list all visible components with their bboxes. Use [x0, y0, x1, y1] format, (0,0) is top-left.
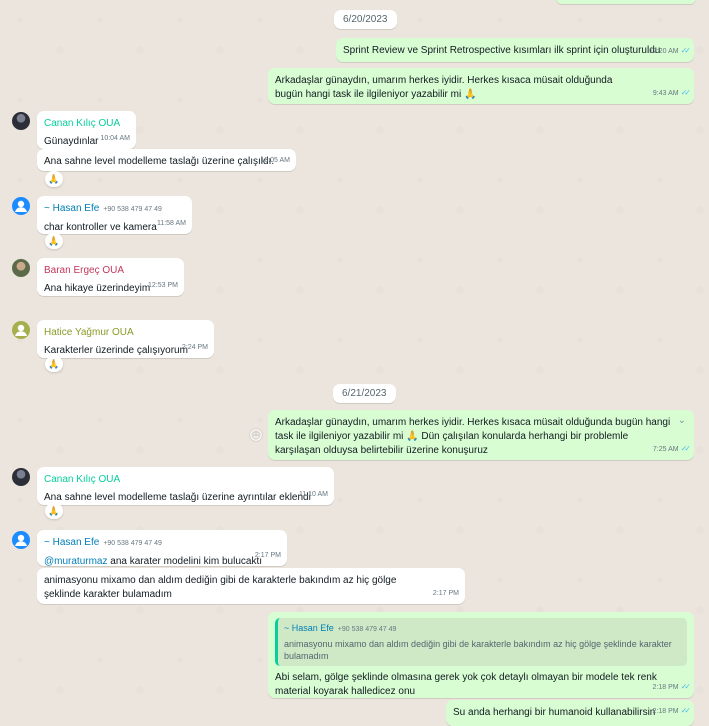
avatar[interactable]	[12, 197, 30, 215]
message-meta: 11:58 AM	[157, 217, 186, 231]
message-meta: 10:04 AM	[100, 132, 130, 146]
message-text: Su anda herhangi bir humanoid kullanabil…	[453, 707, 656, 718]
reaction-badge[interactable]: 🙏	[45, 356, 63, 372]
message-time: 2:18 PM	[652, 684, 679, 691]
default-user-icon	[15, 534, 27, 546]
read-ticks-icon: ✓✓	[680, 706, 692, 715]
default-user-icon	[15, 324, 27, 336]
read-ticks-icon: ✓✓	[680, 682, 692, 691]
message-time: 7:25 AM	[652, 446, 679, 453]
message-bubble-incoming[interactable]: Baran Ergeç OUA Ana hikaye üzerindeyim 1…	[37, 258, 184, 296]
sender-name[interactable]: Canan Kılıç OUA	[44, 117, 129, 131]
sender-name[interactable]: ~ Hasan Efe	[44, 537, 99, 548]
message-time: 12:53 PM	[148, 282, 178, 289]
sender-name[interactable]: Canan Kılıç OUA	[44, 473, 327, 487]
avatar[interactable]	[12, 112, 30, 130]
read-ticks-icon: ✓✓	[680, 46, 692, 55]
reaction-badge[interactable]: 🙏	[45, 233, 63, 249]
read-ticks-icon: ✓✓	[680, 88, 692, 97]
message-meta: 12:20 AM ✓✓	[649, 44, 692, 59]
reaction-badge[interactable]: 🙏	[45, 171, 63, 187]
sender-line: ~ Hasan Efe +90 538 479 47 49	[44, 536, 280, 551]
message-meta: 2:18 PM ✓✓	[652, 680, 692, 695]
date-label: 6/21/2023	[342, 388, 387, 399]
message-time: 9:43 AM	[652, 90, 679, 97]
praying-hands-icon: 🙏	[48, 506, 60, 516]
message-bubble-incoming[interactable]: Canan Kılıç OUA Günaydınlar 10:04 AM	[37, 111, 136, 149]
message-text: char kontroller ve kamera	[44, 222, 157, 233]
message-bubble-incoming[interactable]: ~ Hasan Efe +90 538 479 47 49 char kontro…	[37, 196, 192, 234]
message-time: 2:17 PM	[254, 552, 281, 559]
message-time: 10:05 AM	[260, 157, 290, 164]
message-text: Karakterler üzerinde çalışıyorum	[44, 345, 188, 356]
message-meta: 12:53 PM	[148, 279, 178, 293]
message-meta: 2:17 PM	[255, 549, 281, 563]
sender-name[interactable]: ~ Hasan Efe	[44, 203, 99, 214]
avatar[interactable]	[12, 259, 30, 277]
smiley-icon	[250, 429, 262, 441]
message-time: 2:17 PM	[432, 590, 459, 597]
chevron-down-icon[interactable]: ⌄	[678, 414, 686, 428]
sender-name[interactable]: Baran Ergeç OUA	[44, 264, 177, 278]
avatar[interactable]	[12, 321, 30, 339]
quoted-message[interactable]: ~ Hasan Efe +90 538 479 47 49 animasyonu …	[275, 618, 687, 666]
praying-hands-icon: 🙏	[48, 359, 60, 369]
message-text: Ana sahne level modelleme taslağı üzerin…	[44, 492, 311, 503]
sender-line: ~ Hasan Efe +90 538 479 47 49	[44, 202, 185, 217]
message-text: Arkadaşlar günaydın, umarım herkes iyidi…	[275, 417, 671, 456]
message-time: 11:10 AM	[298, 491, 328, 498]
message-text: ana karater modelini kim bulucaktı	[107, 556, 263, 567]
message-text: Arkadaşlar günaydın, umarım herkes iyidi…	[275, 75, 613, 100]
mention-link[interactable]: @muraturmaz	[44, 556, 108, 567]
date-separator: 6/21/2023	[333, 384, 396, 403]
sender-name[interactable]: Hatice Yağmur OUA	[44, 326, 207, 340]
message-bubble-outgoing[interactable]: Arkadaşlar günaydın, umarım herkes iyidi…	[268, 68, 694, 104]
sender-phone: +90 538 479 47 49	[103, 206, 162, 213]
message-text: Ana sahne level modelleme taslağı üzerin…	[44, 156, 275, 167]
message-bubble-outgoing[interactable]: Arkadaşlar günaydın, umarım herkes iyidi…	[268, 410, 694, 460]
date-separator: 6/20/2023	[334, 10, 397, 29]
quoted-phone: +90 538 479 47 49	[337, 626, 397, 633]
message-text: Abi selam, gölge şeklinde olmasına gerek…	[275, 672, 657, 697]
emoji-react-button[interactable]	[249, 428, 263, 442]
sender-phone: +90 538 479 47 49	[103, 540, 162, 547]
message-time: 12:20 AM	[649, 48, 679, 55]
message-bubble-outgoing[interactable]: ~ Hasan Efe +90 538 479 47 49 animasyonu …	[268, 612, 694, 698]
praying-hands-icon: 🙏	[48, 236, 60, 246]
message-meta: 9:43 AM ✓✓	[652, 86, 692, 101]
message-meta: 11:10 AM	[299, 488, 328, 502]
message-time: 2:18 PM	[652, 708, 679, 715]
message-bubble-incoming[interactable]: animasyonu mixamo dan aldım dediğin gibi…	[37, 568, 465, 604]
message-bubble-incoming[interactable]: Canan Kılıç OUA Ana sahne level modellem…	[37, 467, 334, 505]
message-bubble-partial	[556, 0, 696, 4]
reaction-badge[interactable]: 🙏	[45, 503, 63, 519]
message-meta: 7:25 AM ✓✓	[652, 442, 692, 457]
praying-hands-icon: 🙏	[48, 174, 60, 184]
message-text: animasyonu mixamo dan aldım dediğin gibi…	[44, 575, 397, 600]
message-time: 10:04 AM	[100, 135, 130, 142]
message-meta: 10:05 AM	[260, 154, 290, 168]
quoted-text: animasyonu mixamo dan aldım dediğin gibi…	[284, 639, 672, 661]
message-bubble-outgoing[interactable]: Sprint Review ve Sprint Retrospective kı…	[336, 38, 694, 62]
message-text: Sprint Review ve Sprint Retrospective kı…	[343, 45, 661, 56]
message-meta: 2:24 PM	[182, 341, 208, 355]
avatar[interactable]	[12, 531, 30, 549]
avatar[interactable]	[12, 468, 30, 486]
quoted-sender: ~ Hasan Efe	[284, 623, 334, 633]
message-time: 2:24 PM	[181, 344, 208, 351]
quoted-sender-line: ~ Hasan Efe +90 538 479 47 49	[284, 622, 681, 636]
read-ticks-icon: ✓✓	[680, 444, 692, 453]
message-text: Günaydınlar	[44, 136, 99, 147]
default-user-icon	[15, 200, 27, 212]
date-label: 6/20/2023	[343, 14, 388, 25]
message-text: Ana hikaye üzerindeyim	[44, 283, 151, 294]
message-bubble-incoming[interactable]: Hatice Yağmur OUA Karakterler üzerinde ç…	[37, 320, 214, 358]
message-bubble-incoming[interactable]: Ana sahne level modelleme taslağı üzerin…	[37, 149, 296, 171]
message-meta: 2:18 PM ✓✓	[652, 704, 692, 719]
message-bubble-incoming[interactable]: ~ Hasan Efe +90 538 479 47 49 @muraturmaz…	[37, 530, 287, 567]
message-bubble-outgoing[interactable]: Su anda herhangi bir humanoid kullanabil…	[446, 700, 694, 726]
message-meta: 2:17 PM	[433, 587, 459, 601]
message-time: 11:58 AM	[156, 220, 186, 227]
